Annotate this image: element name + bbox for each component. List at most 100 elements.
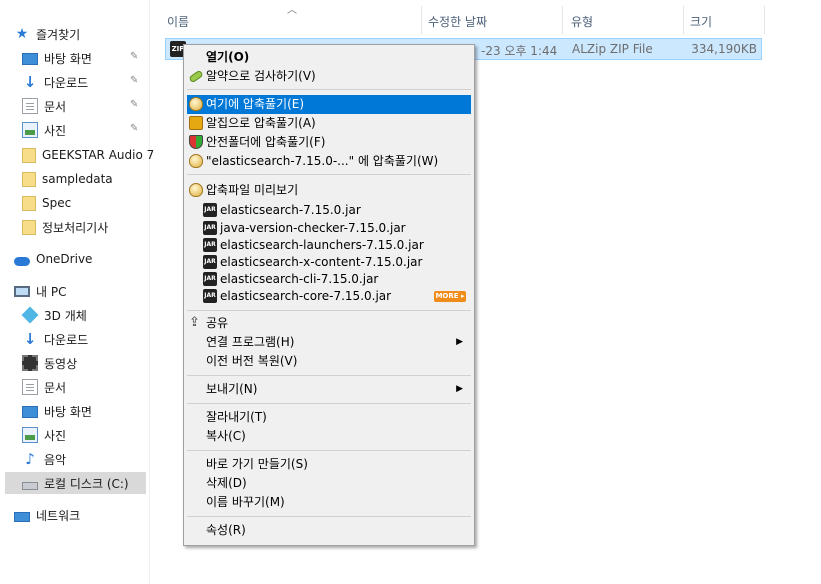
menu-archive-preview[interactable]: 압축파일 미리보기 — [187, 181, 471, 200]
sidebar-item-pictures[interactable]: 사진 ✎ — [22, 119, 146, 141]
menu-extract-safe-folder[interactable]: 안전폴더에 압축풀기(F) — [187, 133, 471, 152]
sidebar-item-spec[interactable]: Spec — [22, 192, 146, 214]
column-header: ︿ 이름 수정한 날짜 유형 크기 — [150, 0, 821, 36]
menu-copy[interactable]: 복사(C) — [187, 427, 471, 446]
file-size: 334,190KB — [691, 42, 757, 56]
sidebar-onedrive[interactable]: OneDrive — [14, 248, 146, 270]
sidebar-item-pc-desktop[interactable]: 바탕 화면 — [22, 400, 146, 422]
column-divider[interactable] — [421, 6, 422, 34]
menu-virus-scan[interactable]: 알약으로 검사하기(V) — [187, 67, 471, 86]
network-icon — [14, 511, 30, 522]
menu-jar-item[interactable]: JAR elasticsearch-7.15.0.jar — [187, 201, 471, 220]
sidebar-item-info-processing[interactable]: 정보처리기사 — [22, 216, 146, 238]
sidebar-item-geekstar[interactable]: GEEKSTAR Audio 7 — [22, 144, 154, 166]
menu-separator — [187, 89, 471, 90]
sidebar-item-pc-downloads[interactable]: ↓ 다운로드 — [22, 328, 146, 350]
download-icon: ↓ — [23, 330, 37, 348]
jar-file-icon: JAR — [203, 289, 217, 303]
sidebar-item-videos[interactable]: 동영상 — [22, 352, 146, 374]
menu-share[interactable]: ⇪ 공유 — [187, 314, 471, 333]
video-icon — [22, 355, 38, 371]
menu-open-with[interactable]: 연결 프로그램(H) ▶ — [187, 333, 471, 352]
menu-restore-previous[interactable]: 이전 버전 복원(V) — [187, 352, 471, 371]
shield-icon — [189, 135, 203, 149]
alzip-egg-icon — [189, 154, 203, 168]
star-icon: ★ — [15, 26, 29, 42]
menu-separator — [187, 516, 471, 517]
column-size[interactable]: 크기 — [690, 13, 712, 30]
sidebar-item-local-disk[interactable]: 로컬 디스크 (C:) — [5, 472, 146, 494]
menu-rename[interactable]: 이름 바꾸기(M) — [187, 493, 471, 512]
pin-icon: ✎ — [130, 51, 139, 62]
download-icon: ↓ — [23, 73, 37, 91]
folder-icon — [22, 219, 36, 235]
share-icon: ⇪ — [189, 315, 200, 330]
file-type: ALZip ZIP File — [572, 42, 653, 56]
menu-send-to[interactable]: 보내기(N) ▶ — [187, 380, 471, 399]
desktop-icon — [22, 406, 38, 418]
document-icon — [22, 98, 38, 114]
sidebar-this-pc[interactable]: 내 PC — [14, 280, 146, 302]
column-type[interactable]: 유형 — [571, 13, 593, 30]
sidebar-item-pc-pictures[interactable]: 사진 — [22, 424, 146, 446]
pin-icon: ✎ — [130, 75, 139, 86]
music-icon: ♪ — [25, 450, 35, 468]
sidebar-quick-access[interactable]: ★ 즐겨찾기 — [14, 23, 162, 45]
jar-file-icon: JAR — [203, 255, 217, 269]
folder-icon — [22, 147, 36, 163]
pin-icon: ✎ — [130, 99, 139, 110]
menu-delete[interactable]: 삭제(D) — [187, 474, 471, 493]
navigation-pane: ★ 즐겨찾기 바탕 화면 ✎ ↓ 다운로드 ✎ 문서 ✎ 사진 ✎ GEEKST… — [0, 0, 154, 584]
pictures-icon — [22, 427, 38, 443]
menu-jar-item[interactable]: JAR elasticsearch-core-7.15.0.jar — [187, 287, 471, 306]
3d-objects-icon — [21, 306, 39, 324]
sidebar-item-3d-objects[interactable]: 3D 개체 — [21, 304, 146, 326]
column-divider[interactable] — [562, 6, 563, 34]
jar-file-icon: JAR — [203, 203, 217, 217]
folder-icon — [22, 195, 36, 211]
menu-extract-alzip[interactable]: 알집으로 압축풀기(A) — [187, 114, 471, 133]
context-menu: 열기(O) 알약으로 검사하기(V) 여기에 압축풀기(E) 알집으로 압축풀기… — [183, 44, 475, 546]
computer-icon — [14, 286, 30, 297]
jar-file-icon: JAR — [203, 272, 217, 286]
column-divider[interactable] — [683, 6, 684, 34]
jar-file-icon: JAR — [203, 238, 217, 252]
sidebar-item-sampledata[interactable]: sampledata — [22, 168, 146, 190]
sidebar-network[interactable]: 네트워크 — [14, 504, 146, 526]
document-icon — [22, 379, 38, 395]
sidebar-item-desktop[interactable]: 바탕 화면 ✎ — [22, 47, 146, 69]
sidebar-item-music[interactable]: ♪ 음악 — [22, 448, 146, 470]
folder-icon — [22, 171, 36, 187]
menu-separator — [187, 450, 471, 451]
alzip-egg-icon — [189, 183, 203, 197]
menu-extract-to-folder[interactable]: "elasticsearch-7.15.0-..." 에 압축풀기(W) — [187, 152, 471, 171]
alyac-pill-icon — [188, 69, 204, 84]
column-divider[interactable] — [764, 6, 765, 34]
sidebar-item-downloads[interactable]: ↓ 다운로드 ✎ — [22, 71, 146, 93]
menu-open[interactable]: 열기(O) — [187, 48, 471, 67]
drive-icon — [22, 481, 38, 490]
column-date-modified[interactable]: 수정한 날짜 — [428, 13, 487, 30]
menu-properties[interactable]: 속성(R) — [187, 521, 471, 540]
submenu-arrow-icon: ▶ — [456, 384, 463, 394]
menu-cut[interactable]: 잘라내기(T) — [187, 408, 471, 427]
cloud-icon — [14, 256, 30, 266]
desktop-icon — [22, 53, 38, 65]
menu-separator — [187, 403, 471, 404]
menu-separator — [187, 174, 471, 175]
menu-extract-here[interactable]: 여기에 압축풀기(E) — [187, 95, 471, 114]
pin-icon: ✎ — [130, 123, 139, 134]
file-date: -23 오후 1:44 — [481, 44, 558, 58]
sort-ascending-icon: ︿ — [287, 5, 297, 16]
jar-file-icon: JAR — [203, 221, 217, 235]
column-name[interactable]: 이름 — [167, 13, 189, 30]
pictures-icon — [22, 122, 38, 138]
alzip-icon — [189, 116, 203, 130]
menu-create-shortcut[interactable]: 바로 가기 만들기(S) — [187, 455, 471, 474]
menu-separator — [187, 375, 471, 376]
sidebar-item-documents[interactable]: 문서 ✎ — [22, 95, 146, 117]
sidebar-item-pc-documents[interactable]: 문서 — [22, 376, 146, 398]
alzip-egg-icon — [189, 97, 203, 111]
submenu-arrow-icon: ▶ — [456, 337, 463, 347]
more-button[interactable]: MORE ▸ — [434, 291, 466, 302]
